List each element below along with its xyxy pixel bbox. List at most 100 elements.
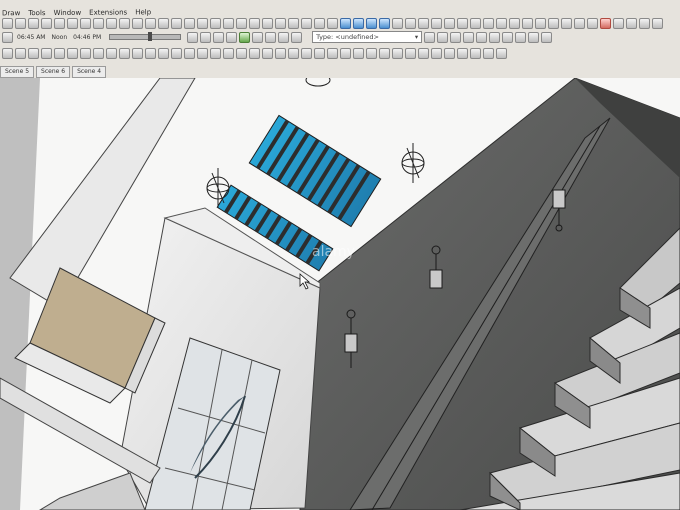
front-view-icon[interactable]: [288, 17, 299, 29]
three-point-arc-icon[interactable]: [93, 47, 104, 59]
sandbox-icon[interactable]: [548, 17, 559, 29]
look-around-icon[interactable]: [213, 31, 225, 43]
outliner-icon[interactable]: [265, 31, 277, 43]
solid-split-icon[interactable]: [535, 17, 546, 29]
group-icon[interactable]: [483, 17, 494, 29]
explode-icon[interactable]: [119, 47, 130, 59]
protractor-guide-icon[interactable]: [327, 47, 338, 59]
guide-icon[interactable]: [314, 47, 325, 59]
hide-icon[interactable]: [158, 47, 169, 59]
circle-tool-icon[interactable]: [54, 17, 65, 29]
scale-tool-icon[interactable]: [119, 17, 130, 29]
curve-icon[interactable]: [639, 17, 650, 29]
styles-icon[interactable]: [278, 31, 290, 43]
tags-icon[interactable]: [502, 31, 514, 43]
shadow-toggle-icon[interactable]: [2, 31, 13, 43]
left-view-icon[interactable]: [327, 17, 338, 29]
pencil-tool-icon[interactable]: [28, 17, 39, 29]
tab-scene-6[interactable]: Scene 6: [36, 66, 71, 78]
label-icon[interactable]: [288, 47, 299, 59]
round-corner-icon[interactable]: [626, 17, 637, 29]
monochrome-style-icon[interactable]: [405, 17, 416, 29]
export-icon[interactable]: [541, 31, 553, 43]
dimensions-icon[interactable]: [275, 47, 286, 59]
stamp-icon[interactable]: [366, 47, 377, 59]
select-tool-icon[interactable]: [2, 17, 13, 29]
arrow-select-icon[interactable]: [2, 47, 13, 59]
section-cut-icon[interactable]: [431, 17, 442, 29]
xray-style-icon[interactable]: [340, 17, 351, 29]
right-view-icon[interactable]: [301, 17, 312, 29]
make-component-icon[interactable]: [145, 47, 156, 59]
drape-icon[interactable]: [379, 47, 390, 59]
component-icon[interactable]: [470, 17, 481, 29]
layer-icon[interactable]: [457, 17, 468, 29]
instructor-icon[interactable]: [476, 31, 488, 43]
shaded-style-icon[interactable]: [379, 17, 390, 29]
make-group-icon[interactable]: [132, 47, 143, 59]
line-tool-icon[interactable]: [15, 47, 26, 59]
unlock-icon[interactable]: [197, 47, 208, 59]
fredo-icon[interactable]: [652, 17, 663, 29]
soften-edges-icon[interactable]: [437, 31, 449, 43]
warehouse-icon[interactable]: [574, 17, 585, 29]
protractor-tool-icon[interactable]: [158, 17, 169, 29]
zoom-extents-icon[interactable]: [249, 17, 260, 29]
solid-subtract-icon[interactable]: [509, 17, 520, 29]
two-point-arc-icon[interactable]: [80, 47, 91, 59]
delete-guides-icon[interactable]: [353, 47, 364, 59]
extension-warehouse-icon[interactable]: [587, 17, 598, 29]
move-tool-icon[interactable]: [93, 17, 104, 29]
viewport-canvas[interactable]: alamy: [0, 78, 680, 510]
add-detail-icon[interactable]: [418, 47, 429, 59]
3d-text-icon[interactable]: [301, 47, 312, 59]
tape-measure-icon[interactable]: [252, 31, 264, 43]
orbit-tool-icon[interactable]: [210, 17, 221, 29]
back-view-icon[interactable]: [314, 17, 325, 29]
outer-shell-icon[interactable]: [470, 47, 481, 59]
reverse-faces-icon[interactable]: [210, 47, 221, 59]
axes-tool-icon[interactable]: [184, 17, 195, 29]
freehand-icon[interactable]: [28, 47, 39, 59]
orient-faces-icon[interactable]: [223, 47, 234, 59]
textured-style-icon[interactable]: [392, 17, 403, 29]
scenes-icon[interactable]: [489, 31, 501, 43]
arc-tool-icon[interactable]: [67, 17, 78, 29]
rotated-rect-icon[interactable]: [54, 47, 65, 59]
tape-tool-icon[interactable]: [145, 17, 156, 29]
iso-view-icon[interactable]: [262, 17, 273, 29]
ruby-console-icon[interactable]: [600, 17, 611, 29]
pushpull-tool-icon[interactable]: [80, 17, 91, 29]
entity-type-field[interactable]: Type: <undefined> ▾: [312, 31, 423, 43]
walk-icon[interactable]: [200, 31, 212, 43]
unhide-icon[interactable]: [171, 47, 182, 59]
entity-info-icon[interactable]: [424, 31, 436, 43]
follow-me-icon[interactable]: [561, 17, 572, 29]
shadow-time-slider[interactable]: [109, 32, 182, 41]
solid-inspector-icon[interactable]: [457, 47, 468, 59]
flip-edge-icon[interactable]: [405, 47, 416, 59]
from-contours-icon[interactable]: [431, 47, 442, 59]
section-fill-icon[interactable]: [444, 17, 455, 29]
intersect-solid-icon[interactable]: [483, 47, 494, 59]
solid-trim-icon[interactable]: [522, 17, 533, 29]
hidden-line-style-icon[interactable]: [366, 17, 377, 29]
slider-knob[interactable]: [148, 32, 153, 41]
render-icon[interactable]: [528, 31, 540, 43]
position-camera-icon[interactable]: [226, 31, 238, 43]
lock-icon[interactable]: [184, 47, 195, 59]
zoom-tool-icon[interactable]: [236, 17, 247, 29]
camera-icon[interactable]: [187, 31, 199, 43]
dimension-tool-icon[interactable]: [197, 17, 208, 29]
pie-icon[interactable]: [67, 47, 78, 59]
rotate-tool-icon[interactable]: [106, 17, 117, 29]
flip-icon[interactable]: [613, 17, 624, 29]
wireframe-style-icon[interactable]: [353, 17, 364, 29]
lock-2-icon[interactable]: [496, 47, 507, 59]
polygon-icon[interactable]: [41, 47, 52, 59]
model-viewport[interactable]: alamy: [0, 78, 680, 510]
eraser-tool-icon[interactable]: [15, 17, 26, 29]
solid-union-icon[interactable]: [496, 17, 507, 29]
intersect-icon[interactable]: [106, 47, 117, 59]
paint-bucket-icon[interactable]: [239, 31, 251, 43]
